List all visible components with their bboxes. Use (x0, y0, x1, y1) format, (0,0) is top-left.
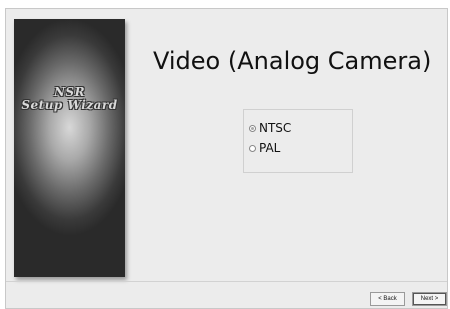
footer-separator (6, 281, 447, 282)
back-button[interactable]: < Back (370, 292, 405, 306)
next-button[interactable]: Next > (412, 292, 447, 306)
banner-wizard-name: Setup Wizard (21, 98, 118, 112)
radio-unselected-icon[interactable] (249, 144, 256, 152)
page-title: Video (Analog Camera) (153, 47, 432, 75)
radio-selected-icon[interactable] (249, 124, 256, 132)
video-standard-group: NTSC PAL (243, 109, 353, 173)
setup-wizard-window: NSR Setup Wizard Video (Analog Camera) N… (5, 8, 448, 309)
radio-pal-label: PAL (259, 141, 281, 155)
radio-pal[interactable]: PAL (249, 140, 280, 156)
wizard-banner: NSR Setup Wizard (14, 19, 125, 277)
banner-product-name: NSR (53, 85, 86, 99)
radio-ntsc[interactable]: NTSC (249, 120, 291, 136)
radio-ntsc-label: NTSC (259, 121, 292, 135)
